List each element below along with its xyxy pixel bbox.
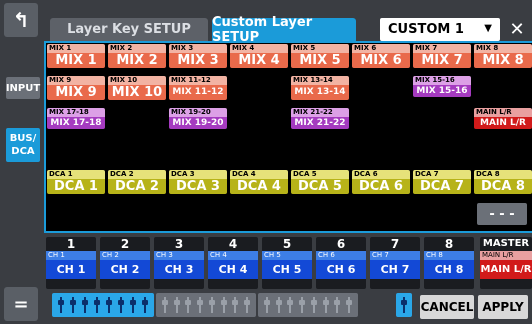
slot-dca-5[interactable]: DCA 5 DCA 5 xyxy=(291,170,349,194)
slot-mix-8[interactable]: MIX 8 MIX 8 xyxy=(474,44,532,68)
fader-bank-3[interactable] xyxy=(258,293,358,317)
slot-dca-7[interactable]: DCA 7 DCA 7 xyxy=(413,170,471,194)
slot-mix-6[interactable]: MIX 6 MIX 6 xyxy=(352,44,410,68)
fader-icon xyxy=(220,297,227,313)
apply-button[interactable]: APPLY xyxy=(478,295,528,319)
strip-master[interactable]: MASTER MAIN L/R MAIN L/R xyxy=(480,237,532,289)
strip-channel-7[interactable]: 7 CH 7 CH 7 xyxy=(370,237,420,289)
fader-icon xyxy=(401,297,407,313)
fader-icon xyxy=(58,297,64,313)
slot-mix-21-22[interactable]: MIX 21-22 MIX 21-22 xyxy=(291,108,349,129)
slot-main-lr[interactable]: MAIN L/R MAIN L/R xyxy=(474,108,532,129)
fader-icon xyxy=(299,297,306,313)
slot-mix-15-16[interactable]: MIX 15-16 MIX 15-16 xyxy=(413,76,471,97)
equals-icon: = xyxy=(13,293,29,315)
channel-strip: 1 CH 1 CH 1 2 CH 2 CH 2 3 CH 3 CH 3 4 CH 4 CH 4 … xyxy=(44,237,532,301)
slot-mix-2[interactable]: MIX 2 MIX 2 xyxy=(108,44,166,68)
fader-icon xyxy=(197,297,204,313)
strip-channel-3[interactable]: 3 CH 3 CH 3 xyxy=(154,237,204,289)
empty-slot[interactable]: - - - xyxy=(477,203,527,225)
input-button[interactable]: INPUT xyxy=(6,77,40,99)
back-button[interactable]: ↰ xyxy=(4,3,38,37)
strip-channel-2[interactable]: 2 CH 2 CH 2 xyxy=(100,237,150,289)
fader-icon xyxy=(185,297,192,313)
tab-layer-key-setup[interactable]: Layer Key SETUP xyxy=(50,18,208,41)
fader-bank-2[interactable] xyxy=(156,293,256,317)
cancel-button[interactable]: CANCEL xyxy=(420,295,474,319)
slot-dca-3[interactable]: DCA 3 DCA 3 xyxy=(169,170,227,194)
fader-bank-1[interactable] xyxy=(52,293,154,317)
bus-dca-button[interactable]: BUS/ DCA xyxy=(6,128,40,162)
fader-icon xyxy=(82,297,88,313)
close-icon: ✕ xyxy=(509,18,525,40)
slot-mix-3[interactable]: MIX 3 MIX 3 xyxy=(169,44,227,68)
fader-bank-selector xyxy=(52,293,392,317)
strip-channel-5[interactable]: 5 CH 5 CH 5 xyxy=(262,237,312,289)
fader-icon xyxy=(70,297,76,313)
fader-icon xyxy=(118,297,124,313)
fader-icon xyxy=(106,297,112,313)
slot-mix-7[interactable]: MIX 7 MIX 7 xyxy=(413,44,471,68)
layer-select-value: CUSTOM 1 xyxy=(388,22,464,37)
fader-icon xyxy=(142,297,148,313)
strip-channel-6[interactable]: 6 CH 6 CH 6 xyxy=(316,237,366,289)
slot-dca-6[interactable]: DCA 6 DCA 6 xyxy=(352,170,410,194)
fader-icon xyxy=(287,297,294,313)
fader-icon xyxy=(346,297,353,313)
slot-dca-4[interactable]: DCA 4 DCA 4 xyxy=(230,170,288,194)
slot-mix-17-18[interactable]: MIX 17-18 MIX 17-18 xyxy=(47,108,105,129)
slot-mix-5[interactable]: MIX 5 MIX 5 xyxy=(291,44,349,68)
slot-mix-19-20[interactable]: MIX 19-20 MIX 19-20 xyxy=(169,108,227,129)
slot-mix-9[interactable]: MIX 9 MIX 9 xyxy=(47,76,105,100)
slot-mix-10[interactable]: MIX 10 MIX 10 xyxy=(108,76,166,100)
fader-icon xyxy=(310,297,317,313)
fader-icon xyxy=(94,297,100,313)
fader-icon xyxy=(275,297,282,313)
slot-dca-2[interactable]: DCA 2 DCA 2 xyxy=(108,170,166,194)
master-fader-bank[interactable] xyxy=(396,293,412,317)
fader-icon xyxy=(130,297,136,313)
slot-dca-1[interactable]: DCA 1 DCA 1 xyxy=(47,170,105,194)
strip-channel-8[interactable]: 8 CH 8 CH 8 xyxy=(424,237,474,289)
slot-mix-11-12[interactable]: MIX 11-12 MIX 11-12 xyxy=(169,76,227,100)
strip-channel-4[interactable]: 4 CH 4 CH 4 xyxy=(208,237,258,289)
chevron-down-icon: ▼ xyxy=(484,23,492,34)
slot-mix-13-14[interactable]: MIX 13-14 MIX 13-14 xyxy=(291,76,349,100)
layer-select[interactable]: CUSTOM 1 ▼ xyxy=(380,18,500,41)
slot-mix-4[interactable]: MIX 4 MIX 4 xyxy=(230,44,288,68)
fader-icon xyxy=(263,297,270,313)
slot-dca-8[interactable]: DCA 8 DCA 8 xyxy=(474,170,532,194)
close-button[interactable]: ✕ xyxy=(504,16,530,42)
tab-custom-layer-setup[interactable]: Custom Layer SETUP xyxy=(212,15,356,45)
assignment-panel xyxy=(44,41,532,233)
fader-icon xyxy=(208,297,215,313)
fader-icon xyxy=(334,297,341,313)
fader-icon xyxy=(161,297,168,313)
back-arrow-icon: ↰ xyxy=(12,8,30,32)
strip-channel-1[interactable]: 1 CH 1 CH 1 xyxy=(46,237,96,289)
fader-icon xyxy=(173,297,180,313)
fader-icon xyxy=(232,297,239,313)
slot-mix-1[interactable]: MIX 1 MIX 1 xyxy=(47,44,105,68)
fader-icon xyxy=(322,297,329,313)
menu-button[interactable]: = xyxy=(4,287,38,321)
fader-icon xyxy=(244,297,251,313)
